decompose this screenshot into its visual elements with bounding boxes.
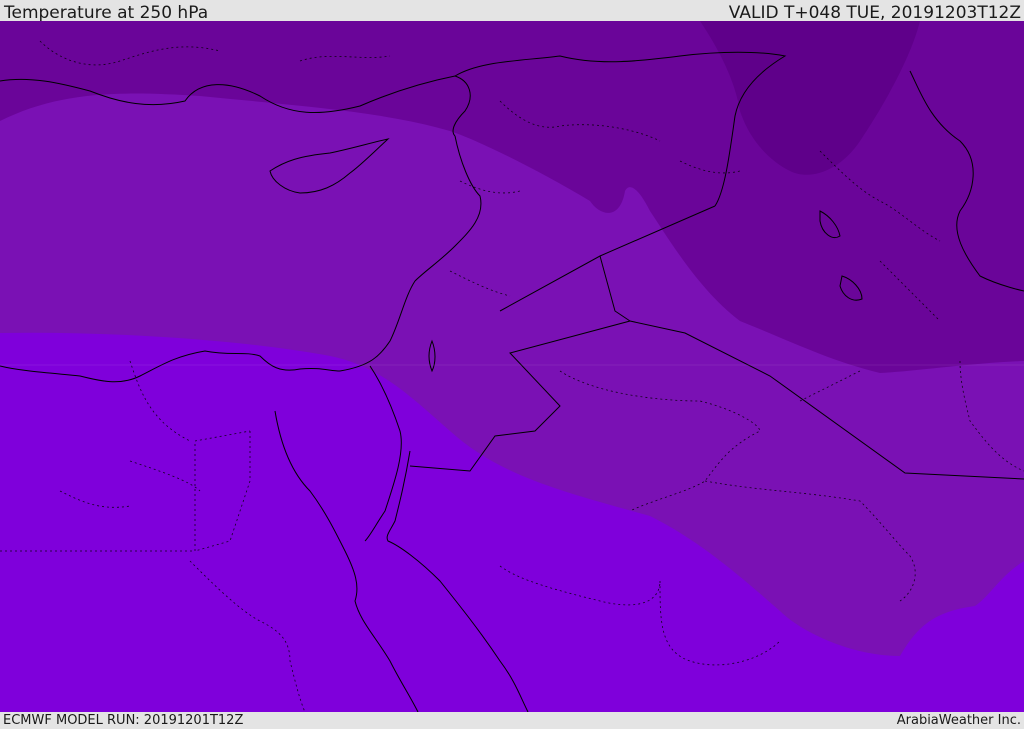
map-title: Temperature at 250 hPa xyxy=(4,3,209,23)
valid-time: VALID T+048 TUE, 20191203T12Z xyxy=(728,3,1021,23)
footer-bar: ECMWF MODEL RUN: 20191201T12Z ArabiaWeat… xyxy=(0,712,1024,729)
header-bar: Temperature at 250 hPa VALID T+048 TUE, … xyxy=(0,0,1024,23)
temperature-map xyxy=(0,21,1024,712)
model-run: ECMWF MODEL RUN: 20191201T12Z xyxy=(3,713,244,728)
map-canvas[interactable] xyxy=(0,21,1024,712)
credit-text: ArabiaWeather Inc. xyxy=(896,713,1021,728)
